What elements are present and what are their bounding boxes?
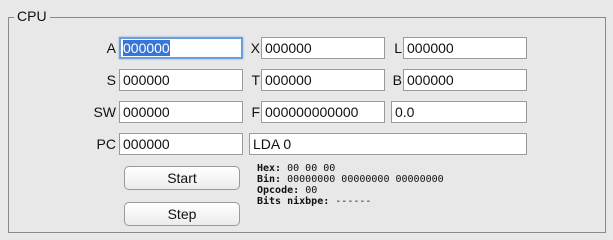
register-s-label: S [106,72,116,88]
register-a-value: 000000 [123,40,170,56]
hex-line: Hex: 00 00 00 [257,163,444,174]
hex-label: Hex: [257,163,282,174]
opcode-value: 00 [305,185,318,196]
instruction-field[interactable]: LDA 0 [249,133,527,155]
register-pc-field[interactable]: 000000 [119,133,243,155]
register-a-field[interactable]: 000000 [119,37,243,59]
register-f-float-field[interactable]: 0.0 [391,101,527,123]
register-x-field[interactable]: 000000 [261,37,385,59]
register-sw-label: SW [93,104,116,120]
register-sw-field[interactable]: 000000 [119,101,243,123]
bin-label: Bin: [257,174,282,185]
register-f-label: F [251,104,260,120]
register-s-field[interactable]: 000000 [119,69,243,91]
bits-line: Bits nixbpe: ------ [257,196,444,207]
register-t-label: T [251,72,260,88]
register-l-field[interactable]: 000000 [403,37,527,59]
opcode-label: Opcode: [257,185,300,196]
register-a-label: A [106,40,116,56]
bin-line: Bin: 00000000 00000000 00000000 [257,174,444,185]
cpu-panel-title: CPU [14,8,50,24]
instruction-info: Hex: 00 00 00 Bin: 00000000 00000000 000… [257,163,444,207]
bits-value: ------ [335,196,372,207]
register-t-field[interactable]: 000000 [261,69,385,91]
register-x-label: X [250,40,260,56]
bits-label: Bits nixbpe: [257,196,330,207]
opcode-line: Opcode: 00 [257,185,444,196]
start-button[interactable]: Start [124,166,240,190]
register-pc-label: PC [96,136,116,152]
step-button[interactable]: Step [124,202,240,226]
register-l-label: L [394,40,402,56]
bin-value: 00000000 00000000 00000000 [287,174,444,185]
register-b-field[interactable]: 000000 [403,69,527,91]
register-f-field[interactable]: 000000000000 [261,101,385,123]
register-b-label: B [392,72,402,88]
hex-value: 00 00 00 [287,163,336,174]
